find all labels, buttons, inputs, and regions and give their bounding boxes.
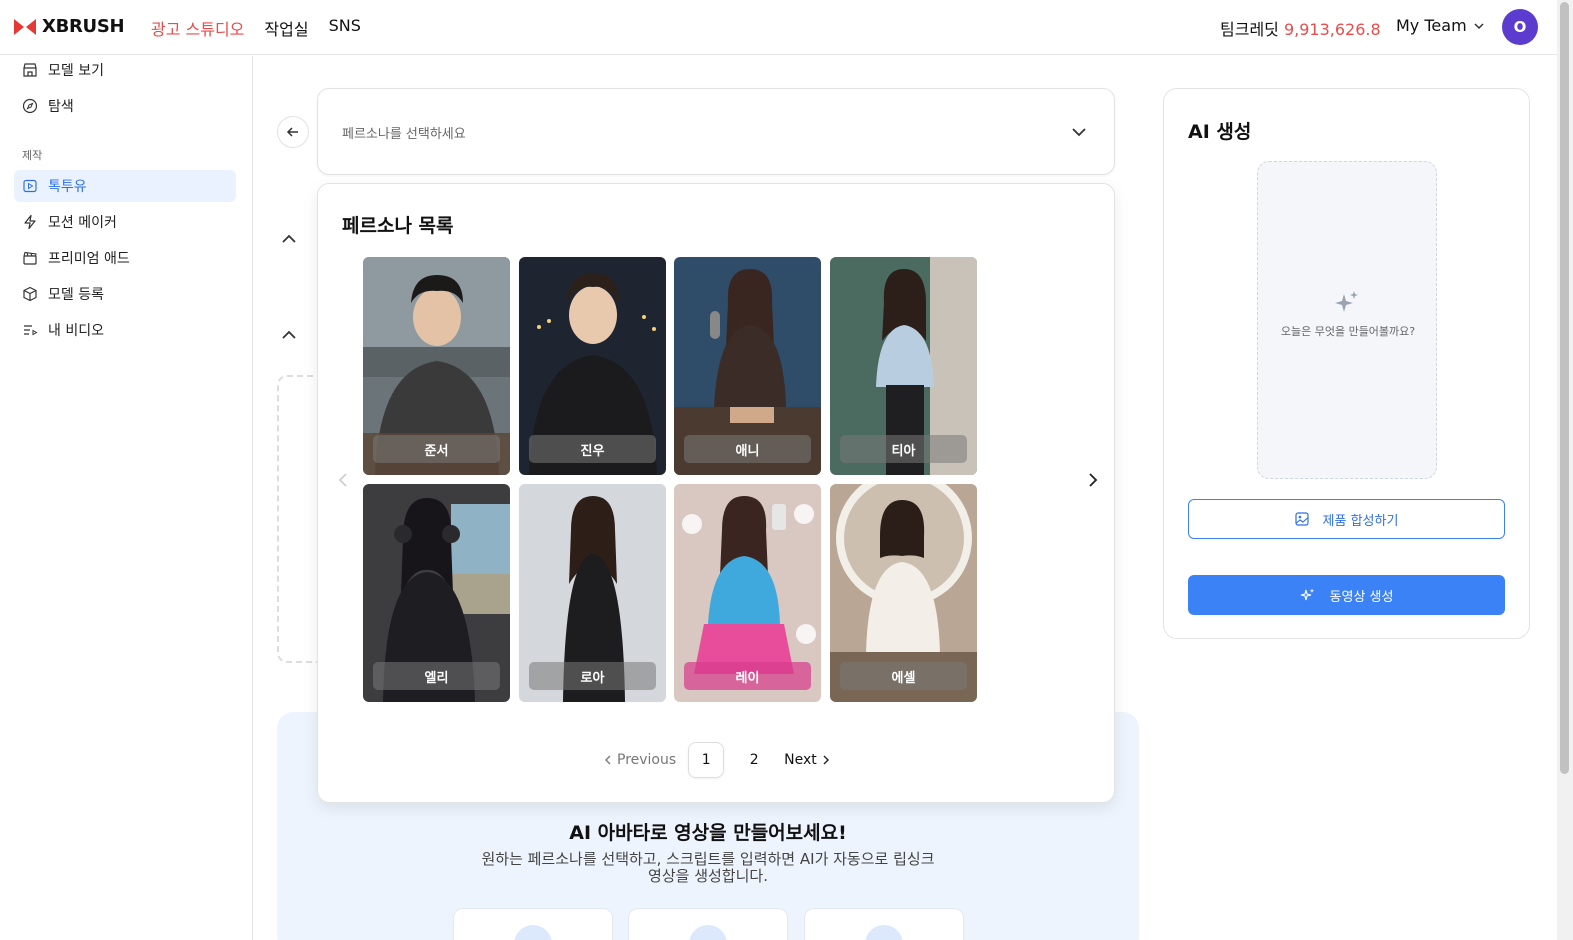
generate-video-label: 동영상 생성 [1329, 589, 1394, 605]
persona-card-junseo[interactable]: 준서 [363, 257, 510, 475]
feature-card [453, 908, 613, 940]
persona-card-rei[interactable]: 레이 [674, 484, 821, 702]
team-credit: 팀크레딧 9,913,626.8 [1220, 16, 1381, 40]
chevron-down-icon [1474, 22, 1484, 29]
promo-description: 원하는 페르소나를 선택하고, 스크립트를 입력하면 AI가 자동으로 립싱크 … [481, 850, 935, 885]
nav-ad-studio[interactable]: 광고 스튜디오 [151, 16, 244, 40]
persona-card-roa[interactable]: 로아 [519, 484, 666, 702]
sidebar-item-label: 탐색 [48, 99, 74, 115]
previous-page-button[interactable]: Previous [603, 752, 676, 768]
next-page-button[interactable]: Next [784, 752, 831, 768]
back-button[interactable] [277, 116, 309, 148]
persona-name: 진우 [529, 435, 656, 463]
xbrush-logo-icon [14, 18, 36, 35]
page-1-button[interactable]: 1 [688, 742, 725, 778]
promo-title: AI 아바타로 영상을 만들어보세요! [569, 822, 847, 844]
persona-card-esel[interactable]: 에셀 [830, 484, 977, 702]
persona-card-annie[interactable]: 애니 [674, 257, 821, 475]
sidebar-item-my-videos[interactable]: 내 비디오 [14, 314, 236, 346]
chevron-down-icon [1072, 128, 1086, 137]
image-icon [1294, 512, 1309, 526]
top-navigation: 광고 스튜디오 작업실 SNS [151, 16, 361, 40]
sidebar-item-talk-to-you[interactable]: 톡투유 [14, 170, 236, 202]
persona-name: 준서 [373, 435, 500, 463]
team-label: My Team [1396, 16, 1467, 35]
compass-icon [22, 98, 38, 114]
next-label: Next [784, 752, 817, 768]
chevron-right-icon[interactable] [1086, 471, 1100, 489]
store-icon [23, 63, 37, 77]
persona-card-ellie[interactable]: 엘리 [363, 484, 510, 702]
sidebar-item-explore[interactable]: 탐색 [14, 90, 236, 122]
logo[interactable]: XBRUSH [14, 16, 125, 37]
sidebar-item-label: 프리미엄 애드 [48, 251, 130, 267]
ai-generate-panel: AI 생성 오늘은 무엇을 만들어볼까요? 제품 합성하기 동영상 생성 [1163, 88, 1530, 639]
sidebar-item-premium-ad[interactable]: 프리미엄 애드 [14, 242, 236, 274]
persona-name: 엘리 [373, 662, 500, 690]
chevron-left-icon[interactable] [336, 471, 350, 489]
sidebar-item-model-view[interactable]: 모델 보기 [14, 54, 236, 86]
video-play-icon [23, 179, 37, 193]
feature-card [804, 908, 964, 940]
list-video-icon [24, 325, 38, 336]
user-avatar[interactable]: O [1502, 9, 1538, 45]
page-scrollbar[interactable] [1557, 0, 1573, 940]
feature-icon [514, 925, 552, 940]
persona-select[interactable]: 페르소나를 선택하세요 [317, 88, 1115, 175]
arrow-left-icon [286, 127, 298, 137]
compose-product-button[interactable]: 제품 합성하기 [1188, 499, 1505, 539]
sidebar-item-model-register[interactable]: 모델 등록 [14, 278, 236, 310]
persona-card-tia[interactable]: 티아 [830, 257, 977, 475]
sidebar-item-label: 톡투유 [48, 179, 87, 195]
sidebar-item-label: 모델 등록 [48, 287, 104, 303]
top-header: XBRUSH 광고 스튜디오 작업실 SNS 팀크레딧 9,913,626.8 … [0, 0, 1557, 55]
sparkles-icon [1300, 588, 1314, 601]
previous-label: Previous [617, 752, 677, 768]
persona-name: 로아 [529, 662, 656, 690]
chevron-left-icon [605, 755, 611, 765]
clapperboard-icon [23, 251, 37, 265]
sparkles-icon [1335, 291, 1358, 312]
placeholder-text: 오늘은 무엇을 만들어볼까요? [1280, 325, 1416, 338]
persona-name: 애니 [684, 435, 811, 463]
box-icon [23, 286, 37, 302]
ai-panel-title: AI 생성 [1188, 121, 1252, 143]
persona-name: 티아 [840, 435, 967, 463]
chevron-up-icon[interactable] [280, 326, 298, 344]
sidebar-item-label: 모델 보기 [48, 63, 104, 79]
chevron-right-icon [823, 755, 829, 765]
team-selector[interactable]: My Team [1396, 16, 1485, 35]
feature-icon [865, 925, 903, 940]
chevron-up-icon[interactable] [280, 230, 298, 248]
sidebar-section-label: 제작 [22, 149, 43, 162]
lightning-icon [24, 214, 36, 230]
persona-dropdown: 페르소나 목록 준서 진우 애니 티아 엘리 로아 레이 에셀 Previous… [317, 183, 1115, 803]
logo-text: XBRUSH [42, 16, 125, 37]
sidebar-item-label: 모션 메이커 [48, 215, 117, 231]
sidebar-item-motion-maker[interactable]: 모션 메이커 [14, 206, 236, 238]
nav-workspace[interactable]: 작업실 [264, 16, 308, 40]
persona-list-title: 페르소나 목록 [342, 215, 454, 237]
sidebar-item-label: 내 비디오 [48, 323, 104, 339]
credit-label: 팀크레딧 [1220, 20, 1279, 39]
scrollbar-thumb[interactable] [1560, 2, 1569, 774]
persona-pagination: Previous 1 2 Next [603, 742, 831, 778]
compose-product-label: 제품 합성하기 [1322, 513, 1399, 529]
preview-placeholder: 오늘은 무엇을 만들어볼까요? [1257, 161, 1437, 479]
credit-value: 9,913,626.8 [1283, 20, 1381, 39]
nav-sns[interactable]: SNS [329, 16, 361, 40]
persona-name: 에셀 [840, 662, 967, 690]
sidebar: 모델 보기 탐색 제작 톡투유 모션 메이커 프리미엄 애드 모델 등록 내 비… [0, 56, 253, 940]
persona-select-placeholder: 페르소나를 선택하세요 [342, 127, 466, 142]
persona-card-jinwoo[interactable]: 진우 [519, 257, 666, 475]
generate-video-button[interactable]: 동영상 생성 [1188, 575, 1505, 615]
persona-name: 레이 [684, 662, 811, 690]
feature-icon [689, 925, 727, 940]
feature-card [628, 908, 788, 940]
page-2-button[interactable]: 2 [736, 742, 772, 778]
